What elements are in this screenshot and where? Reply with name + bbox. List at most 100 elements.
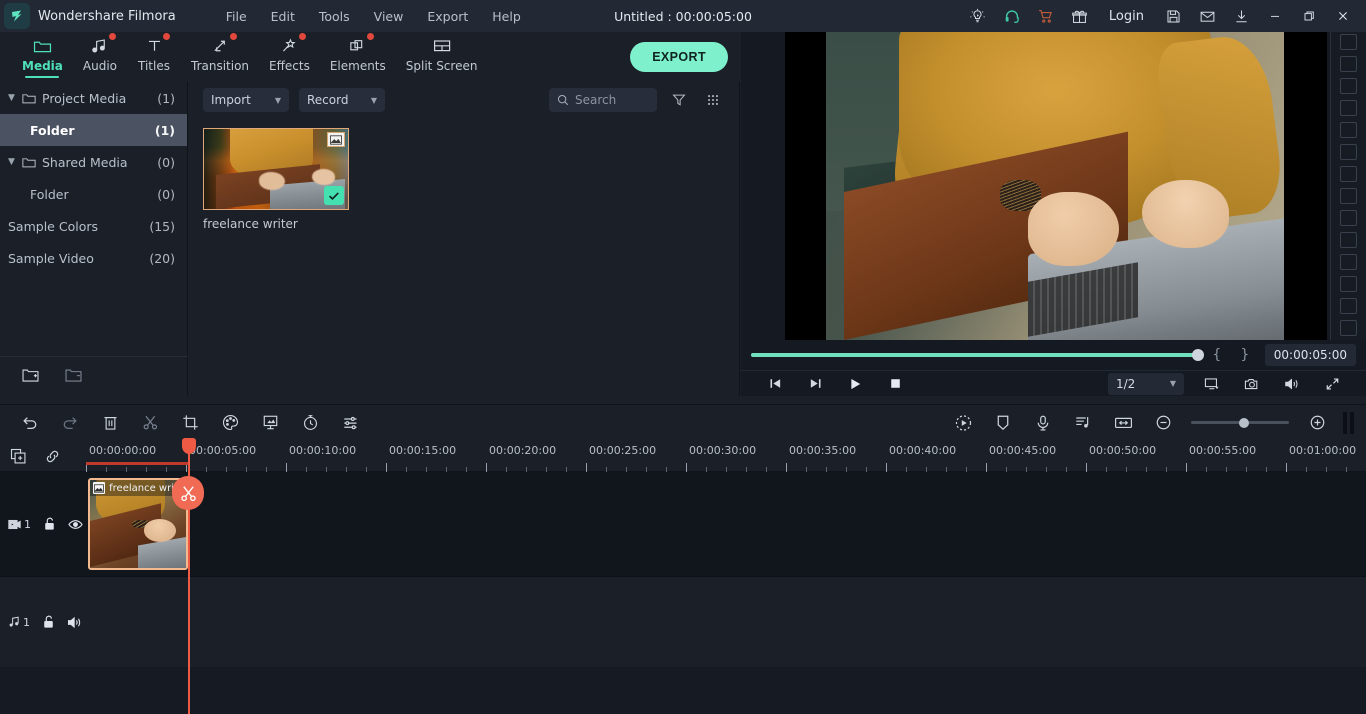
monitor-icon[interactable]	[1192, 371, 1232, 397]
ruler-tick-label: 00:00:25:00	[589, 444, 656, 457]
menu-help[interactable]: Help	[480, 5, 533, 28]
media-thumbnail[interactable]	[203, 128, 349, 210]
fit-width-icon[interactable]	[1103, 405, 1143, 441]
sidebar-item-shared-media[interactable]: ▼ Shared Media (0)	[0, 146, 187, 178]
add-track-icon[interactable]	[8, 446, 28, 466]
mail-envelope-icon[interactable]	[1190, 0, 1224, 32]
eye-icon[interactable]	[68, 519, 83, 530]
marker-shield-icon[interactable]	[983, 405, 1023, 441]
timeline-zoom-slider[interactable]	[1191, 421, 1289, 424]
record-dropdown[interactable]: Record ▼	[299, 88, 385, 112]
ruler-tick-label: 00:00:45:00	[989, 444, 1056, 457]
download-icon[interactable]	[1224, 0, 1258, 32]
color-palette-icon[interactable]	[210, 405, 250, 441]
lightbulb-idea-icon[interactable]	[961, 0, 995, 32]
track-number-label: 1	[24, 518, 31, 531]
tab-titles[interactable]: Titles	[127, 36, 181, 73]
maximize-icon[interactable]	[1292, 0, 1326, 32]
timeline-ruler[interactable]: 00:00:00:0000:00:05:0000:00:10:0000:00:1…	[86, 440, 1366, 472]
export-button[interactable]: EXPORT	[630, 42, 728, 72]
preview-controls-row: 1/2 ▼	[741, 370, 1366, 396]
video-track-1[interactable]: 1	[0, 472, 1366, 577]
gift-box-icon[interactable]	[1063, 0, 1097, 32]
stop-button[interactable]	[875, 371, 915, 397]
camera-icon[interactable]	[1232, 371, 1272, 397]
zoom-out-circle-icon[interactable]	[1143, 405, 1183, 441]
login-button[interactable]: Login	[1097, 9, 1156, 24]
tab-elements[interactable]: Elements	[320, 36, 396, 73]
mark-out-button[interactable]: }	[1231, 347, 1259, 363]
search-input[interactable]	[575, 93, 645, 107]
audio-list-icon[interactable]	[1063, 405, 1103, 441]
grid-view-icon[interactable]	[701, 88, 725, 112]
link-chain-icon[interactable]	[42, 446, 62, 466]
search-box[interactable]	[549, 88, 657, 112]
tab-audio[interactable]: Audio	[73, 36, 127, 73]
menu-bar: File Edit Tools View Export Help	[214, 5, 533, 28]
green-screen-icon[interactable]	[250, 405, 290, 441]
chevron-down-icon[interactable]: ▼	[8, 93, 22, 103]
undo-arrow-icon[interactable]	[10, 405, 50, 441]
scissors-icon[interactable]	[130, 405, 170, 441]
checkmark-icon[interactable]	[324, 186, 344, 205]
menu-edit[interactable]: Edit	[259, 5, 307, 28]
shopping-cart-icon[interactable]	[1029, 0, 1063, 32]
stopwatch-icon[interactable]	[290, 405, 330, 441]
sidebar-item-sample-colors[interactable]: Sample Colors (15)	[0, 210, 187, 242]
crop-icon[interactable]	[170, 405, 210, 441]
menu-view[interactable]: View	[362, 5, 416, 28]
filter-funnel-icon[interactable]	[667, 88, 691, 112]
preview-zoom-dropdown[interactable]: 1/2 ▼	[1108, 373, 1184, 395]
redo-arrow-icon[interactable]	[50, 405, 90, 441]
scrubber-handle[interactable]	[1192, 349, 1204, 361]
speaker-icon[interactable]	[1272, 371, 1312, 397]
speaker-icon[interactable]	[67, 616, 82, 629]
keyframe-record-icon[interactable]	[943, 405, 983, 441]
expand-arrows-icon[interactable]	[1312, 371, 1352, 397]
previous-frame-button[interactable]	[755, 371, 795, 397]
sidebar-footer	[0, 356, 188, 396]
timeline-clip[interactable]: freelance writer	[88, 478, 188, 570]
chevron-down-icon[interactable]: ▼	[8, 157, 22, 167]
audio-track-1[interactable]: 1	[0, 577, 1366, 667]
tab-media[interactable]: Media	[12, 36, 73, 78]
save-disk-icon[interactable]	[1156, 0, 1190, 32]
tab-split-screen[interactable]: Split Screen	[396, 36, 488, 73]
sliders-icon[interactable]	[330, 405, 370, 441]
tab-effects[interactable]: Effects	[259, 36, 320, 73]
menu-export[interactable]: Export	[415, 5, 480, 28]
microphone-icon[interactable]	[1023, 405, 1063, 441]
preview-scrubber[interactable]	[751, 353, 1203, 357]
menu-file[interactable]: File	[214, 5, 259, 28]
zoom-in-circle-icon[interactable]	[1297, 405, 1337, 441]
trash-can-icon[interactable]	[90, 405, 130, 441]
minimize-icon[interactable]	[1258, 0, 1292, 32]
headphones-support-icon[interactable]	[995, 0, 1029, 32]
arrows-swap-icon	[211, 36, 230, 56]
close-icon[interactable]	[1326, 0, 1360, 32]
sidebar-item-folder-shared[interactable]: Folder (0)	[0, 178, 187, 210]
remove-folder-icon[interactable]	[65, 367, 82, 386]
ruler-major-tick	[886, 463, 887, 472]
ruler-major-tick	[1186, 463, 1187, 472]
next-frame-button[interactable]	[795, 371, 835, 397]
mark-in-button[interactable]: {	[1203, 347, 1231, 363]
sidebar-item-folder-project[interactable]: Folder (1)	[0, 114, 187, 146]
timeline-edit-tools	[0, 405, 370, 441]
zoom-slider-handle[interactable]	[1239, 418, 1249, 428]
import-dropdown[interactable]: Import ▼	[203, 88, 289, 112]
media-item[interactable]: freelance writer	[203, 128, 349, 231]
play-button[interactable]	[835, 371, 875, 397]
sidebar-item-label: Shared Media	[42, 155, 157, 170]
new-folder-icon[interactable]	[22, 367, 39, 386]
video-preview[interactable]	[741, 32, 1366, 340]
unlock-icon[interactable]	[43, 517, 56, 531]
ruler-tick-label: 00:00:00:00	[89, 444, 156, 457]
unlock-icon[interactable]	[42, 615, 55, 629]
sidebar-item-project-media[interactable]: ▼ Project Media (1)	[0, 82, 187, 114]
menu-tools[interactable]: Tools	[307, 5, 362, 28]
tab-transition[interactable]: Transition	[181, 36, 259, 73]
sidebar-item-sample-video[interactable]: Sample Video (20)	[0, 242, 187, 274]
toolbar-divider	[1343, 412, 1347, 434]
magic-wand-icon	[280, 36, 299, 56]
